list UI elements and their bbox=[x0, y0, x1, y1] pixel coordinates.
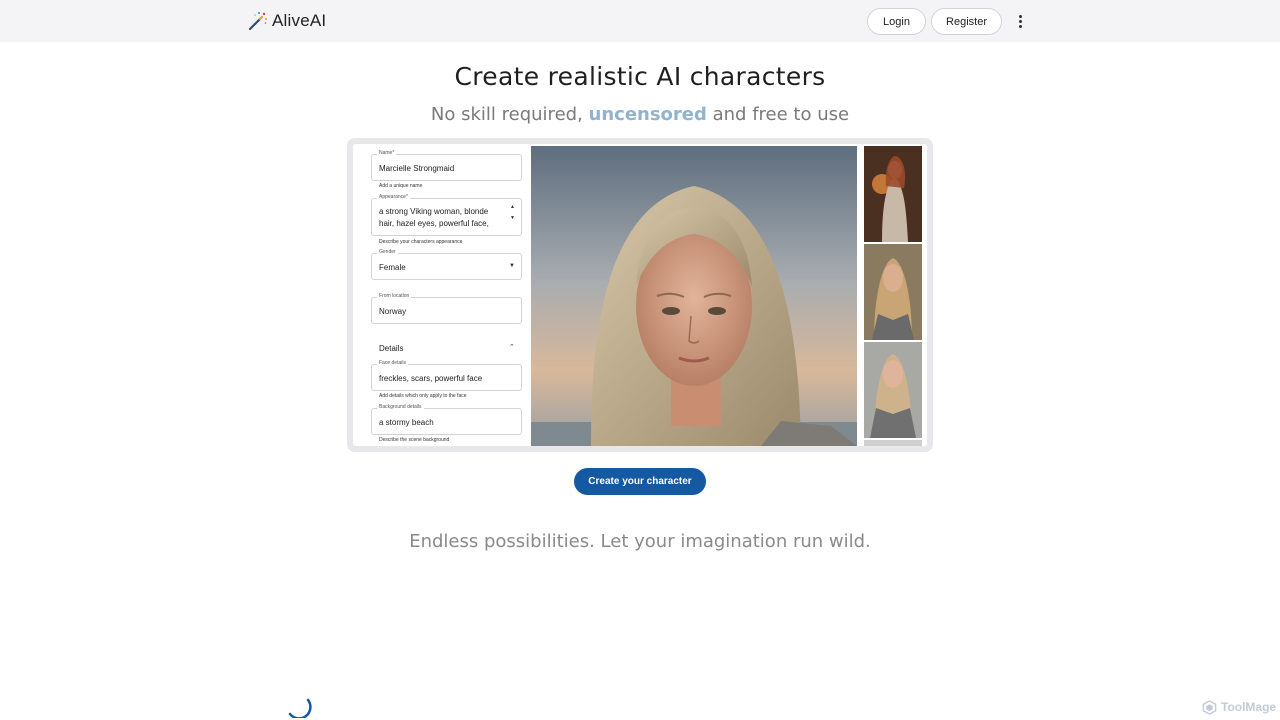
location-field-label: From location bbox=[377, 293, 412, 299]
name-field-label: Name* bbox=[377, 150, 397, 156]
face-details-field: Face details freckles, scars, powerful f… bbox=[371, 360, 522, 391]
thumbnail-image[interactable] bbox=[864, 342, 922, 438]
dropdown-arrow-icon: ▼ bbox=[509, 263, 515, 269]
page-title: Create realistic AI characters bbox=[454, 62, 826, 91]
face-details-label: Face details bbox=[377, 360, 408, 366]
brand-logo[interactable]: AliveAI bbox=[248, 10, 326, 32]
background-help-text: Describe the scene background bbox=[379, 437, 450, 443]
thumbnail-image[interactable] bbox=[864, 244, 922, 340]
scroll-down-icon: ▼ bbox=[510, 215, 515, 221]
page-subtitle: No skill required, uncensored and free t… bbox=[0, 104, 1280, 125]
details-section-label: Details bbox=[379, 344, 404, 353]
name-field: Name* Marcielle Strongmaid bbox=[371, 150, 522, 181]
appearance-line-2: hair, hazel eyes, powerful face, bbox=[379, 219, 489, 228]
thumbnail-image[interactable] bbox=[864, 440, 922, 446]
toolmage-watermark: ToolMage bbox=[1202, 699, 1276, 715]
background-details-label: Background details bbox=[377, 404, 424, 410]
login-button[interactable]: Login bbox=[867, 8, 926, 35]
character-form-preview: Name* Marcielle Strongmaid Add a unique … bbox=[359, 146, 525, 446]
thumbnail-image[interactable] bbox=[864, 146, 922, 242]
toolmage-logo-icon bbox=[1202, 699, 1217, 715]
magic-wand-icon bbox=[248, 12, 267, 31]
location-field: From location Norway bbox=[371, 293, 522, 324]
gender-select: Gender Female ▼ bbox=[371, 249, 522, 280]
register-button[interactable]: Register bbox=[931, 8, 1002, 35]
spinner-icon bbox=[288, 698, 312, 718]
appearance-field-label: Appearance* bbox=[377, 194, 410, 200]
brand-name: AliveAI bbox=[272, 11, 327, 30]
preview-content: Name* Marcielle Strongmaid Add a unique … bbox=[353, 144, 927, 446]
location-value: Norway bbox=[379, 307, 407, 316]
create-character-button[interactable]: Create your character bbox=[574, 468, 706, 495]
appearance-help-text: Describe your characters appearance bbox=[379, 239, 463, 245]
chevron-up-icon: ⌃ bbox=[509, 344, 515, 351]
scroll-up-icon: ▲ bbox=[510, 204, 515, 210]
character-portrait-image bbox=[531, 146, 857, 446]
face-details-value: freckles, scars, powerful face bbox=[379, 374, 483, 383]
top-navbar: AliveAI Login Register bbox=[0, 0, 1280, 42]
appearance-line-1: a strong Viking woman, blonde bbox=[379, 207, 489, 216]
subtitle-text-start: No skill required, bbox=[430, 104, 589, 125]
face-help-text: Add details which only apply to the face bbox=[379, 393, 467, 399]
subtitle-highlight: uncensored bbox=[588, 104, 707, 125]
tagline: Endless possibilities. Let your imaginat… bbox=[409, 531, 871, 552]
gender-value: Female bbox=[379, 263, 406, 272]
name-help-text: Add a unique name bbox=[379, 183, 423, 189]
generated-thumbnails bbox=[864, 146, 922, 446]
more-vertical-icon[interactable] bbox=[1012, 12, 1028, 30]
background-details-value: a stormy beach bbox=[379, 418, 434, 427]
preview-frame: Name* Marcielle Strongmaid Add a unique … bbox=[347, 138, 933, 452]
background-details-field: Background details a stormy beach bbox=[371, 404, 522, 435]
appearance-field: Appearance* a strong Viking woman, blond… bbox=[371, 194, 522, 236]
subtitle-text-end: and free to use bbox=[706, 104, 850, 125]
gender-field-label: Gender bbox=[377, 249, 398, 255]
watermark-text: ToolMage bbox=[1221, 700, 1277, 714]
name-field-value: Marcielle Strongmaid bbox=[379, 164, 455, 173]
